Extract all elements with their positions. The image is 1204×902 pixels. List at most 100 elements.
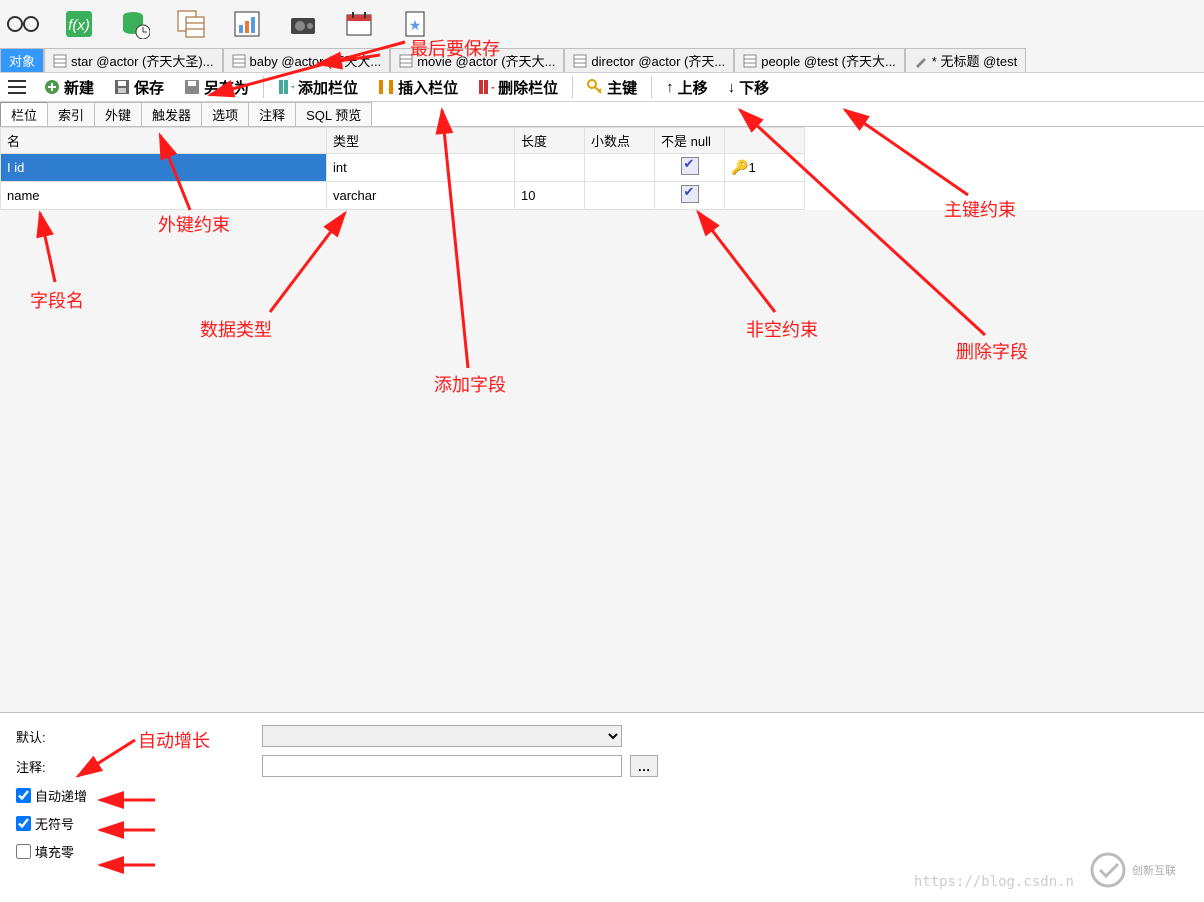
default-select[interactable]	[262, 725, 622, 747]
autoinc-label: 自动递增	[35, 786, 87, 805]
tab-movie[interactable]: movie @actor (齐天大...	[390, 48, 564, 72]
anno-add-field: 添加字段	[434, 371, 506, 397]
saveas-button[interactable]: 另存为	[174, 73, 259, 101]
separator	[651, 76, 652, 98]
anno-fk: 外键约束	[158, 211, 230, 237]
doc-star-icon[interactable]: ★	[396, 5, 434, 43]
grid-header: 名 类型 长度 小数点 不是 null	[1, 128, 805, 154]
col-len-header[interactable]: 长度	[515, 128, 585, 154]
cell-type[interactable]: int	[327, 154, 515, 182]
floppy-icon	[114, 79, 130, 95]
cell-key[interactable]	[725, 182, 805, 210]
insert-col-label: 插入栏位	[398, 77, 458, 98]
zerofill-checkbox[interactable]	[16, 844, 31, 859]
separator	[263, 76, 264, 98]
unsigned-label: 无符号	[35, 814, 74, 833]
tab-people[interactable]: people @test (齐天大...	[734, 48, 905, 72]
tab-people-label: people @test (齐天大...	[761, 51, 896, 70]
grid-row[interactable]: name varchar 10	[1, 182, 805, 210]
anno-field-name: 字段名	[30, 287, 84, 313]
cell-name[interactable]: name	[1, 182, 327, 210]
function-icon[interactable]: f(x)	[60, 5, 98, 43]
key-icon: 🔑	[731, 159, 748, 175]
svg-text:+: +	[291, 80, 294, 94]
new-label: 新建	[64, 77, 94, 98]
logo-text: 创新互联	[1132, 862, 1176, 878]
cell-key[interactable]: 🔑1	[725, 154, 805, 182]
col-type-header[interactable]: 类型	[327, 128, 515, 154]
tables-icon[interactable]	[172, 5, 210, 43]
calendar-icon[interactable]	[340, 5, 378, 43]
delete-col-label: 删除栏位	[498, 77, 558, 98]
cell-dec[interactable]	[585, 154, 655, 182]
insert-column-button[interactable]: → 插入栏位	[368, 73, 468, 101]
save-button[interactable]: 保存	[104, 73, 174, 101]
camera-icon[interactable]	[284, 5, 322, 43]
key-icon	[587, 79, 603, 95]
watermark: https://blog.csdn.n	[914, 874, 1074, 890]
tab-options[interactable]: 选项	[201, 102, 249, 126]
document-tabs: 对象 star @actor (齐天大圣)... baby @actor (齐天…	[0, 48, 1204, 72]
tab-foreign-keys[interactable]: 外键	[94, 102, 142, 126]
cell-notnull[interactable]	[655, 182, 725, 210]
move-up-label: 上移	[678, 77, 708, 98]
default-label: 默认:	[16, 727, 76, 746]
floppy-arrow-icon	[184, 79, 200, 95]
checkbox-notnull[interactable]	[681, 185, 699, 203]
cell-name: I id	[1, 154, 327, 182]
tab-baby[interactable]: baby @actor (齐天大...	[223, 48, 391, 72]
comment-input[interactable]	[262, 755, 622, 777]
checkbox-notnull[interactable]	[681, 157, 699, 175]
insert-col-icon: →	[378, 79, 394, 95]
cell-len[interactable]	[515, 154, 585, 182]
columns-grid: 名 类型 长度 小数点 不是 null I id int 🔑1 name var…	[0, 126, 1204, 210]
add-column-button[interactable]: + 添加栏位	[268, 73, 368, 101]
unsigned-checkbox[interactable]	[16, 816, 31, 831]
tab-director[interactable]: director @actor (齐天...	[564, 48, 734, 72]
delete-col-icon: -	[478, 79, 494, 95]
cell-type[interactable]: varchar	[327, 182, 515, 210]
tab-star-label: star @actor (齐天大圣)...	[71, 51, 214, 70]
svg-text:★: ★	[409, 17, 422, 33]
cell-notnull[interactable]	[655, 154, 725, 182]
cell-dec[interactable]	[585, 182, 655, 210]
add-col-label: 添加栏位	[298, 77, 358, 98]
move-down-button[interactable]: ↓下移	[718, 73, 780, 101]
tab-movie-label: movie @actor (齐天大...	[417, 51, 555, 70]
anno-data-type: 数据类型	[200, 316, 272, 342]
tab-object-label: 对象	[9, 51, 35, 70]
tab-triggers[interactable]: 触发器	[141, 102, 202, 126]
tab-untitled[interactable]: * 无标题 @test	[905, 48, 1026, 72]
autoinc-checkbox[interactable]	[16, 788, 31, 803]
col-dec-header[interactable]: 小数点	[585, 128, 655, 154]
tab-untitled-label: * 无标题 @test	[932, 51, 1017, 70]
comment-ellipsis-button[interactable]: …	[630, 755, 658, 777]
report-chart-icon[interactable]	[228, 5, 266, 43]
new-button[interactable]: 新建	[34, 73, 104, 101]
tab-baby-label: baby @actor (齐天大...	[250, 51, 382, 70]
col-key-header[interactable]	[725, 128, 805, 154]
tab-columns[interactable]: 栏位	[0, 102, 48, 126]
edit-icon	[914, 54, 928, 68]
tab-star[interactable]: star @actor (齐天大圣)...	[44, 48, 223, 72]
svg-text:→: →	[386, 83, 394, 94]
glasses-icon[interactable]	[4, 5, 42, 43]
tab-object[interactable]: 对象	[0, 48, 44, 72]
primary-key-button[interactable]: 主键	[577, 73, 647, 101]
tab-comment[interactable]: 注释	[248, 102, 296, 126]
move-down-label: 下移	[739, 77, 769, 98]
svg-text:-: -	[491, 80, 494, 94]
col-name-header[interactable]: 名	[1, 128, 327, 154]
arrow-up-icon: ↑	[666, 79, 674, 96]
hamburger-icon[interactable]	[6, 78, 28, 96]
tab-indexes[interactable]: 索引	[47, 102, 95, 126]
db-clock-icon[interactable]	[116, 5, 154, 43]
delete-column-button[interactable]: -删除栏位	[468, 73, 568, 101]
grid-row[interactable]: I id int 🔑1	[1, 154, 805, 182]
editor-tabs: 栏位 索引 外键 触发器 选项 注释 SQL 预览	[0, 102, 1204, 126]
table-icon	[232, 54, 246, 68]
move-up-button[interactable]: ↑上移	[656, 73, 718, 101]
cell-len[interactable]: 10	[515, 182, 585, 210]
tab-sql-preview[interactable]: SQL 预览	[295, 102, 372, 126]
col-notnull-header[interactable]: 不是 null	[655, 128, 725, 154]
